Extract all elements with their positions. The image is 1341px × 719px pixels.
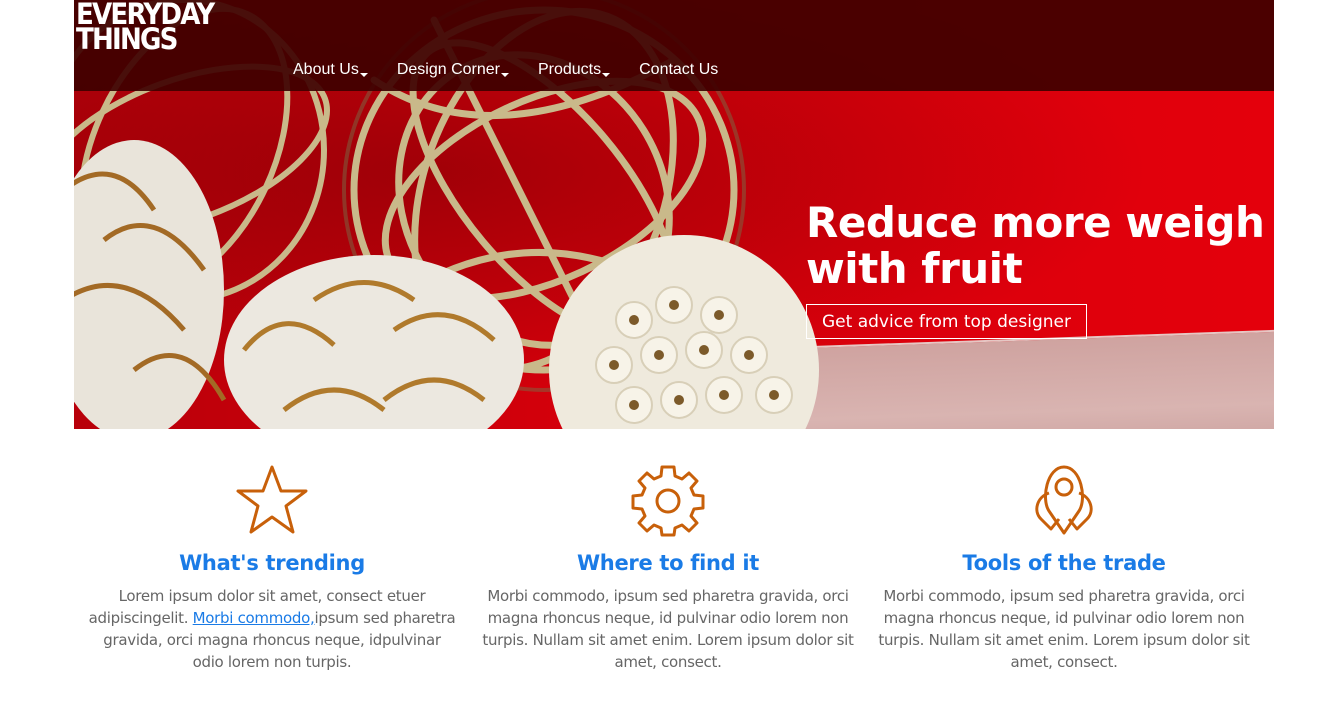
feature-tools-of-the-trade: Tools of the trade Morbi commodo, ipsum … [866,463,1262,673]
get-advice-button[interactable]: Get advice from top designer [806,304,1087,339]
nav-item-label: Contact Us [639,61,719,78]
morbi-commodo-link[interactable]: Morbi commodo, [193,609,315,627]
map-pin-icon [1035,465,1093,535]
page: EVERYDAY THINGS About Us Design Corner P… [74,0,1274,671]
nav-item-products[interactable]: Products [537,61,611,79]
feature-title: What's trending [179,551,365,575]
brand-logo[interactable]: EVERYDAY THINGS [76,0,215,54]
feature-whats-trending: What's trending Lorem ipsum dolor sit am… [74,463,470,673]
caret-down-icon [359,73,368,77]
nav-item-label: About Us [293,61,359,78]
feature-title: Tools of the trade [962,551,1166,575]
nav-item-label: Design Corner [396,61,500,78]
caret-down-icon [602,73,611,77]
nav-item-design-corner[interactable]: Design Corner [397,61,509,79]
feature-text: Morbi commodo, ipsum sed pharetra gravid… [878,587,1250,671]
hero-title-line-2: with fruit [806,244,1023,293]
nav-item-label: Products [537,61,602,78]
feature-where-to-find-it: Where to find it Morbi commodo, ipsum se… [470,463,866,673]
main-nav: About Us Design Corner Products Contact … [293,61,747,79]
feature-text: Morbi commodo, ipsum sed pharetra gravid… [482,587,854,671]
hero-banner: EVERYDAY THINGS About Us Design Corner P… [74,0,1274,429]
nav-item-about-us[interactable]: About Us [293,61,368,79]
star-icon [236,465,308,534]
nav-item-contact-us[interactable]: Contact Us [639,61,718,79]
petal-ball-left [74,140,227,429]
navbar: EVERYDAY THINGS About Us Design Corner P… [74,0,1274,91]
feature-text: Lorem ipsum dolor sit amet, consect etue… [86,585,458,673]
hero-title-line-1: Reduce more weigh [806,198,1265,247]
features-section: What's trending Lorem ipsum dolor sit am… [74,463,1274,673]
hero-title: Reduce more weigh with fruit [806,200,1266,292]
feature-title: Where to find it [576,551,760,575]
petal-ball-center [224,255,524,429]
caret-down-icon [500,73,509,77]
gear-icon [631,465,705,537]
